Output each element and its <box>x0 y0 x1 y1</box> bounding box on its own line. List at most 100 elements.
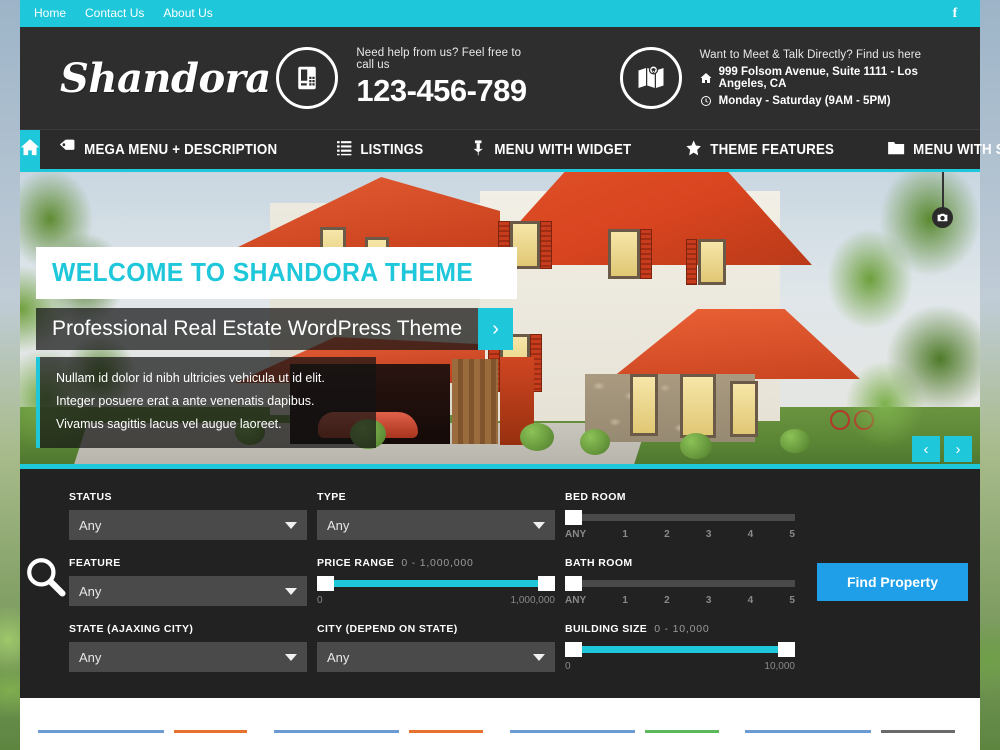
select-city[interactable]: Any <box>317 642 555 672</box>
label-feature: Feature <box>69 557 121 569</box>
bed-room-handle[interactable] <box>565 510 582 525</box>
home-icon <box>20 137 40 162</box>
star-icon <box>686 139 703 161</box>
house-window <box>630 374 658 436</box>
select-status-value: Any <box>79 517 102 533</box>
slider-price-range[interactable] <box>317 576 555 591</box>
slider-building-size[interactable] <box>565 642 795 657</box>
top-link-contact-us[interactable]: Contact Us <box>85 0 144 27</box>
nav-item-listings[interactable]: Listings <box>318 130 442 169</box>
bed-tick: 3 <box>705 529 712 540</box>
nav-item-menu-with-widget[interactable]: Menu With Widget <box>452 130 650 169</box>
content-card[interactable] <box>273 730 491 750</box>
nav-label-menu-with-sub: Menu With Sub <box>913 141 1000 158</box>
hero-top-accent <box>20 169 980 172</box>
house-window <box>608 229 640 279</box>
hero-subtitle-box: Professional Real Estate WordPress Theme… <box>36 308 514 351</box>
camera-pin-line <box>942 169 944 211</box>
label-type: Type <box>317 491 347 503</box>
card-bar-primary <box>273 730 400 733</box>
select-state[interactable]: Any <box>69 642 307 672</box>
facebook-icon[interactable]: f <box>944 0 966 27</box>
card-bar-primary <box>509 730 636 733</box>
price-range-max-label: 1,000,000 <box>510 595 556 606</box>
select-feature[interactable]: Any <box>69 576 307 606</box>
hero-bush <box>520 423 554 451</box>
nav-item-theme-features[interactable]: Theme Features <box>667 130 853 169</box>
house-icon <box>700 72 712 84</box>
folder-icon <box>887 138 905 161</box>
label-status: Status <box>69 491 112 503</box>
nav-item-menu-with-sub[interactable]: Menu With Sub <box>869 130 1000 169</box>
chevron-down-icon <box>285 654 297 661</box>
nav-item-mega-menu[interactable]: Mega Menu + Description <box>40 130 296 169</box>
price-range-value: 0 - 1,000,000 <box>401 557 474 569</box>
address-caption: Want to Meet & Talk Directly? Find us he… <box>699 49 922 61</box>
find-property-button[interactable]: Find Property <box>816 563 968 601</box>
phone-number: 123-456-789 <box>356 73 527 108</box>
hero-bush <box>780 429 810 453</box>
nav-item-home[interactable] <box>20 130 40 169</box>
card-bar-accent <box>173 730 248 733</box>
content-card[interactable] <box>509 730 727 750</box>
address-street: 999 Folsom Avenue, Suite 1111 - Los Ange… <box>718 66 918 90</box>
bath-room-ticks: ANY 1 2 3 4 5 <box>565 595 795 606</box>
nav-label-menu-with-widget: Menu With Widget <box>494 141 632 158</box>
chevron-down-icon <box>533 522 545 529</box>
search-column-1: Status Any Feature Any State (Ajaxing Ci… <box>69 491 307 672</box>
bed-tick: 1 <box>622 529 628 540</box>
slider-bed-room[interactable] <box>565 510 795 525</box>
chevron-down-icon <box>285 588 297 595</box>
slider-bath-room[interactable] <box>565 576 795 591</box>
slider-prev-button[interactable]: ‹ <box>912 436 940 462</box>
content-card[interactable] <box>745 730 962 750</box>
bed-tick: 4 <box>747 529 754 540</box>
card-bar-accent <box>409 730 484 733</box>
nav-label-mega-menu: Mega Menu + Description <box>84 141 278 158</box>
card-bar-primary <box>745 730 871 733</box>
content-card[interactable] <box>38 730 255 750</box>
nav-label-theme-features: Theme Features <box>710 141 835 158</box>
list-icon <box>336 139 352 160</box>
building-size-min-handle[interactable] <box>565 642 582 657</box>
building-size-min-label: 0 <box>565 661 571 672</box>
label-bath-room: Bath Room <box>565 557 633 569</box>
label-building-size-text: Building Size <box>565 623 648 635</box>
camera-icon[interactable] <box>932 207 953 228</box>
field-status: Status Any <box>69 491 307 540</box>
hero-readmore-arrow[interactable]: › <box>478 308 514 351</box>
bed-room-ticks: ANY 1 2 3 4 5 <box>565 529 795 540</box>
hero-slider: Welcome to Shandora Theme Professional R… <box>20 169 980 469</box>
bath-tick: 2 <box>664 595 670 606</box>
slider-next-button[interactable]: › <box>944 436 972 462</box>
building-size-max-handle[interactable] <box>778 642 795 657</box>
label-building-size: Building Size 0 - 10,000 <box>565 623 795 635</box>
price-range-max-handle[interactable] <box>538 576 555 591</box>
telephone-icon <box>276 47 339 109</box>
address-street-line: 999 Folsom Avenue, Suite 1111 - Los Ange… <box>700 66 962 90</box>
field-state: State (Ajaxing City) Any <box>69 623 307 672</box>
select-type[interactable]: Any <box>317 510 555 540</box>
bath-room-handle[interactable] <box>565 576 582 591</box>
bath-room-track <box>565 580 795 587</box>
card-bars <box>38 730 255 733</box>
select-type-value: Any <box>327 517 350 533</box>
top-bar-links: Home Contact Us About Us <box>34 0 213 27</box>
select-status[interactable]: Any <box>69 510 307 540</box>
label-bed-room: Bed Room <box>565 491 626 503</box>
house-shutter <box>540 221 552 269</box>
search-column-3: Bed Room ANY 1 2 3 4 5 Bath Ro <box>565 491 795 672</box>
site-logo[interactable]: Shandora <box>38 55 276 102</box>
top-link-about-us[interactable]: About Us <box>163 0 212 27</box>
bed-tick: ANY <box>565 529 587 540</box>
card-bar-accent <box>645 730 719 733</box>
field-building-size: Building Size 0 - 10,000 0 10,000 <box>565 623 795 672</box>
field-city: City (Depend On State) Any <box>317 623 555 672</box>
bath-tick: 5 <box>789 595 795 606</box>
price-range-track <box>327 580 545 587</box>
price-range-min-handle[interactable] <box>317 576 334 591</box>
hero-bush <box>580 429 610 455</box>
address-hours: Monday - Saturday (9AM - 5PM) <box>718 95 891 107</box>
top-link-home[interactable]: Home <box>34 0 66 27</box>
house-wood-panel <box>452 359 498 444</box>
